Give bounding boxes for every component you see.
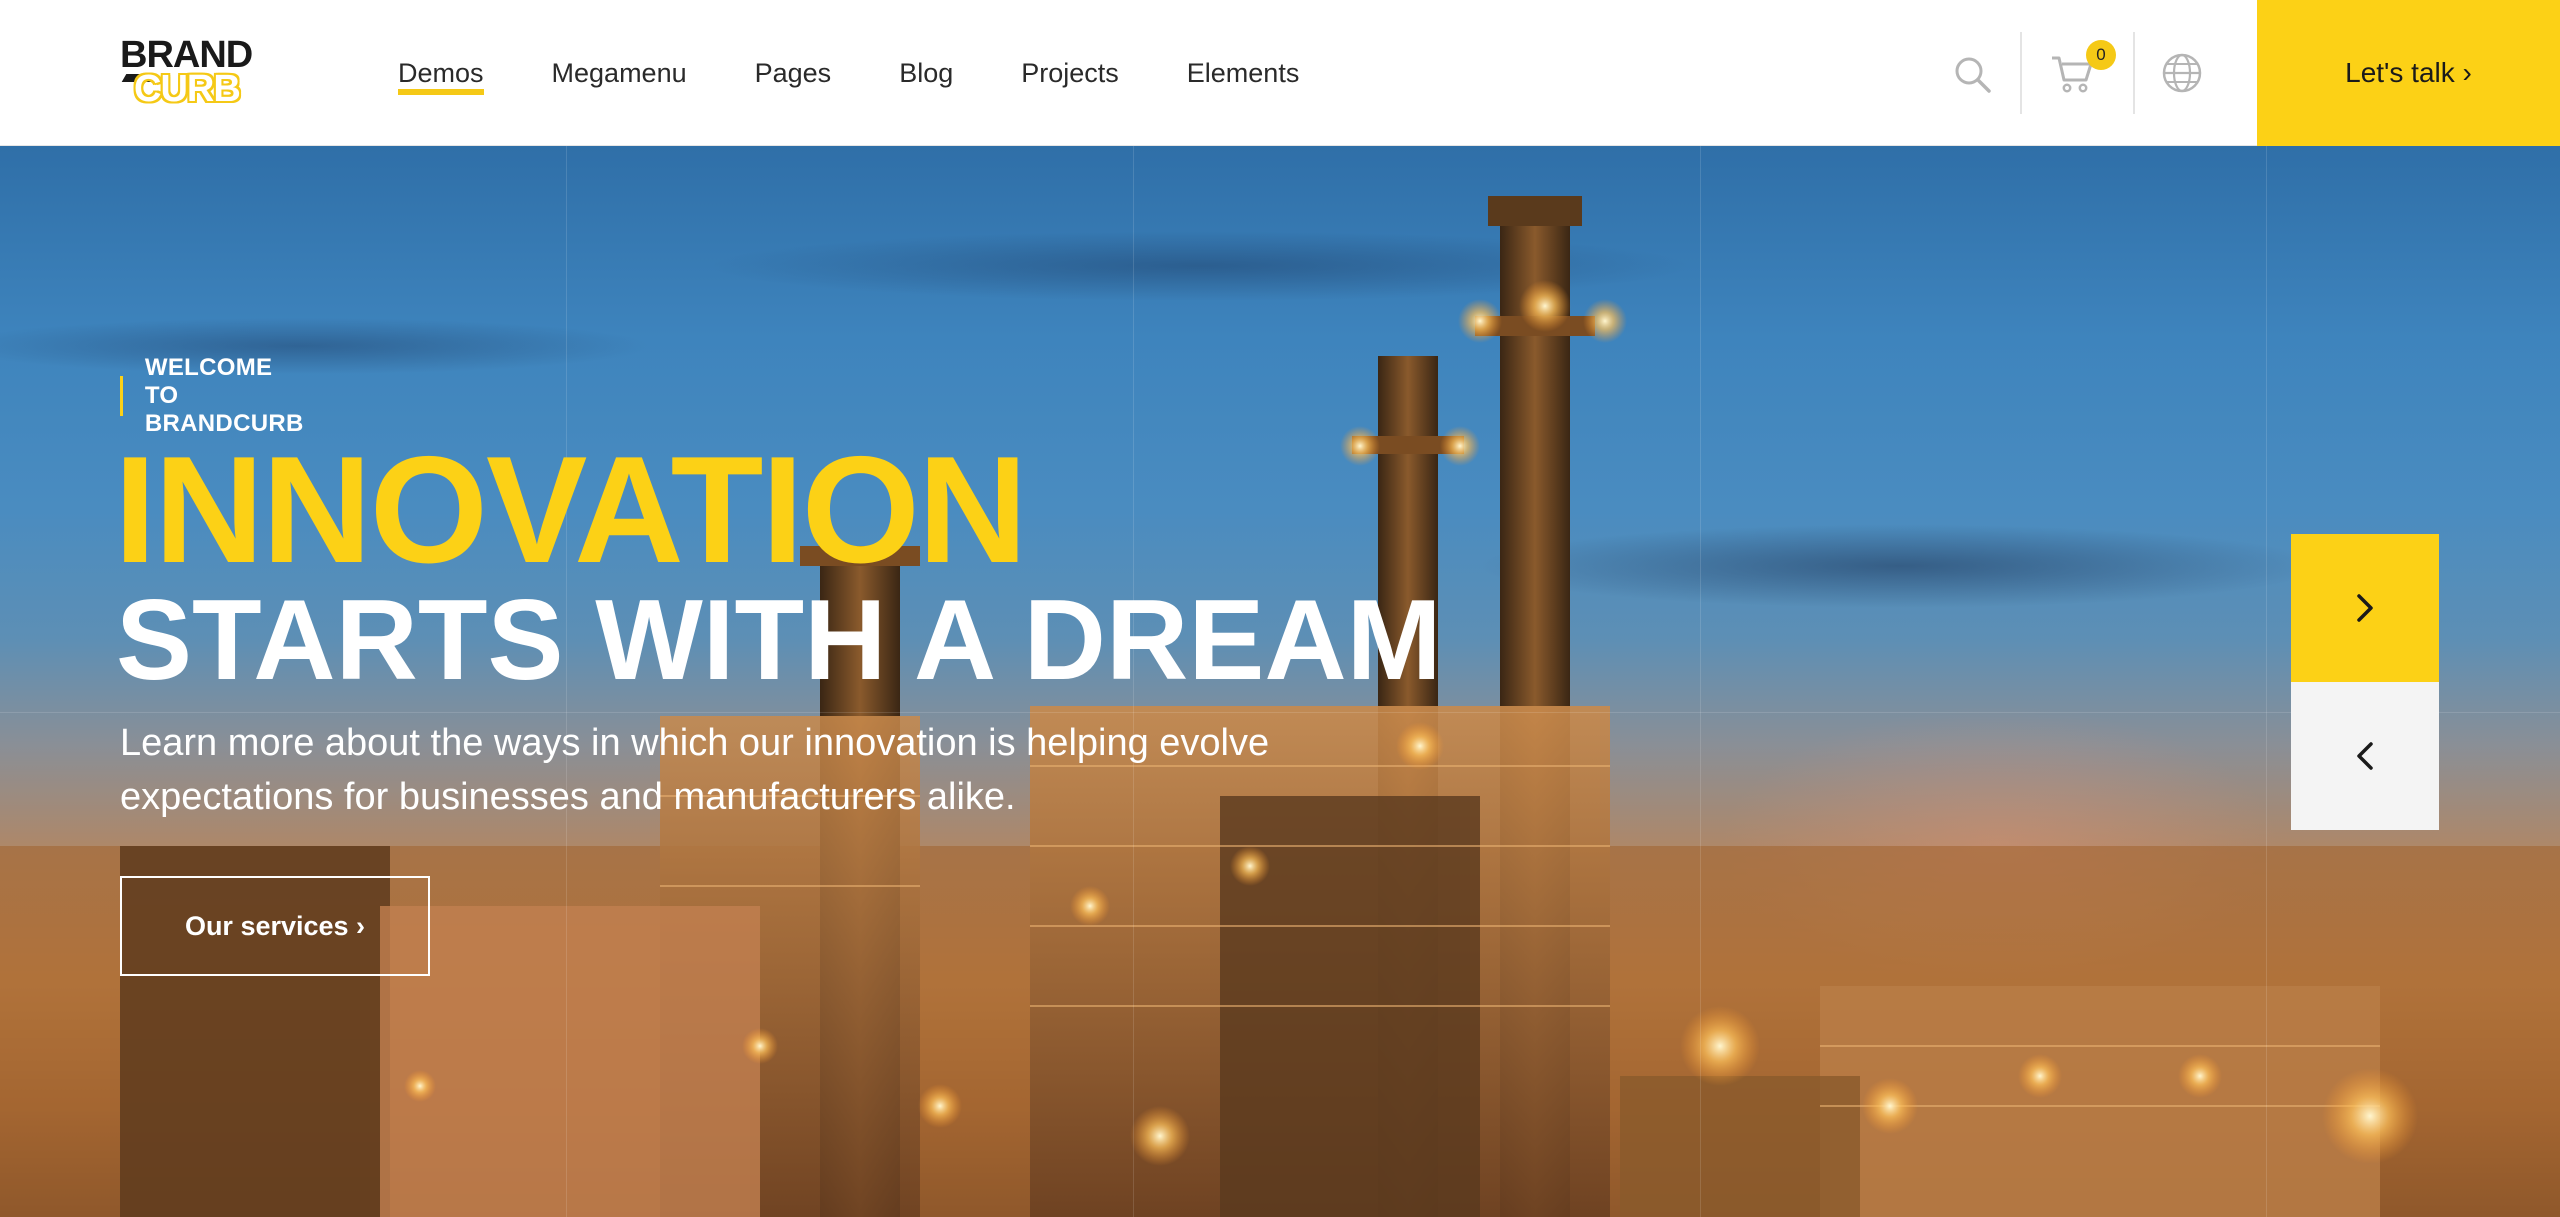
grid-line [2266, 146, 2267, 1217]
lets-talk-button[interactable]: Let's talk › [2257, 0, 2560, 146]
chevron-left-icon [2357, 742, 2373, 770]
cart-count-badge: 0 [2086, 40, 2116, 70]
nav-item-projects[interactable]: Projects [1021, 58, 1119, 89]
slider-next-button[interactable] [2291, 534, 2439, 682]
hero-headline-secondary: STARTS WITH A DREAM [116, 577, 1442, 704]
nav-item-demos[interactable]: Demos [398, 58, 484, 95]
grid-line [1700, 146, 1701, 1217]
slider-prev-button[interactable] [2291, 682, 2439, 830]
main-nav: Demos Megamenu Pages Blog Projects Eleme… [398, 0, 1367, 146]
grid-line [0, 712, 2560, 713]
nav-item-blog[interactable]: Blog [899, 58, 953, 89]
site-header: BRAND CURB Demos Megamenu Pages Blog Pro… [0, 0, 2560, 146]
logo-line-2: CURB [134, 68, 241, 110]
nav-item-pages[interactable]: Pages [755, 58, 832, 89]
search-icon[interactable] [1952, 54, 1992, 94]
nav-item-megamenu[interactable]: Megamenu [552, 58, 687, 89]
eyebrow-accent-bar [120, 376, 123, 416]
our-services-button[interactable]: Our services › [120, 876, 430, 976]
hero-headline-primary: INNOVATION [114, 425, 1028, 595]
hero-eyebrow: WELCOME TO BRANDCURB [120, 354, 307, 437]
globe-icon[interactable] [2161, 52, 2203, 94]
nav-item-elements[interactable]: Elements [1187, 58, 1300, 89]
header-divider [2133, 32, 2135, 114]
hero-lead-text: Learn more about the ways in which our i… [120, 722, 1270, 818]
hero-section: WELCOME TO BRANDCURB INNOVATION STARTS W… [0, 146, 2560, 1217]
brand-logo[interactable]: BRAND CURB [120, 36, 253, 112]
chevron-right-icon [2357, 594, 2373, 622]
header-divider [2020, 32, 2022, 114]
